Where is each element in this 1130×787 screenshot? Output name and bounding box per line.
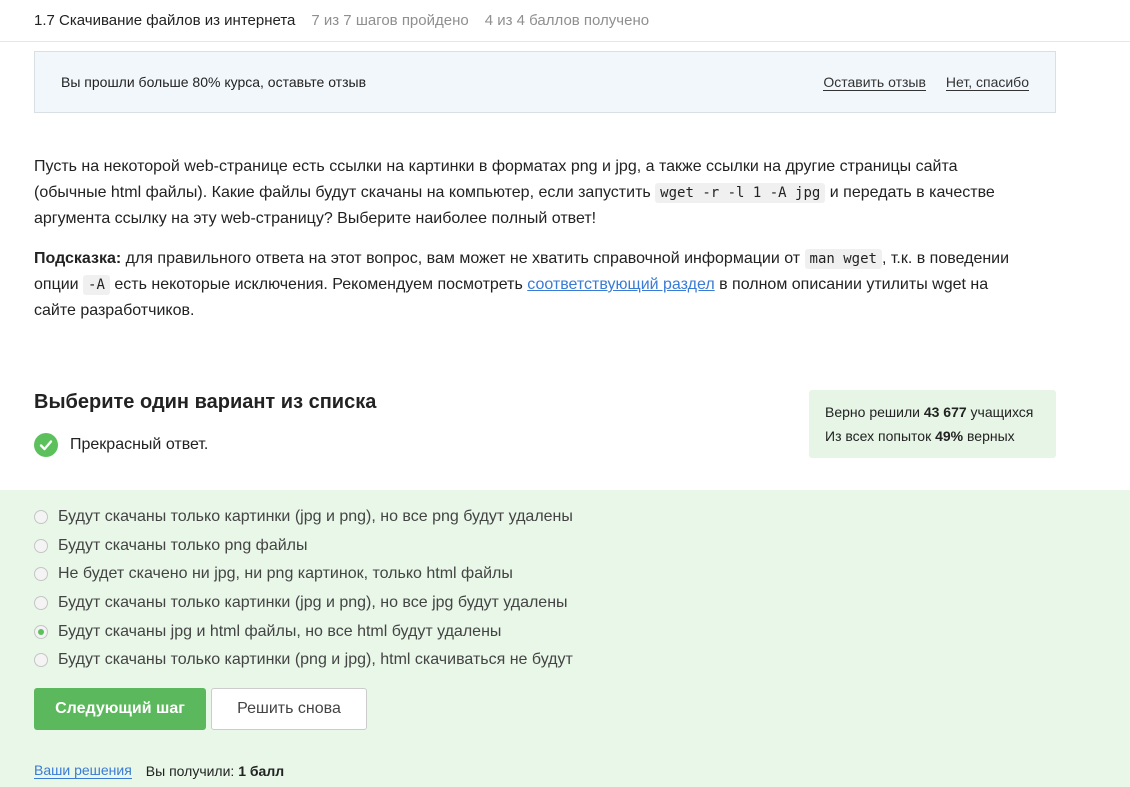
option-item[interactable]: Будут скачаны только png файлы — [34, 532, 573, 561]
option-item[interactable]: Будут скачаны только картинки (png и jpg… — [34, 646, 573, 675]
radio-button[interactable] — [34, 596, 48, 611]
no-thanks-link[interactable]: Нет, спасибо — [945, 74, 1029, 91]
radio-button[interactable] — [34, 538, 48, 553]
option-label: Будут скачаны только картинки (png и jpg… — [58, 651, 573, 669]
answer-area: Будут скачаны только картинки (jpg и png… — [0, 490, 1130, 787]
question-text: Пусть на некоторой web-странице есть ссы… — [34, 154, 1034, 338]
docs-section-link[interactable]: соответствующий раздел — [527, 276, 714, 293]
lesson-title[interactable]: 1.7 Скачивание файлов из интернета — [34, 12, 295, 29]
review-message: Вы прошли больше 80% курса, оставьте отз… — [61, 74, 367, 90]
lesson-header: 1.7 Скачивание файлов из интернета 7 из … — [0, 0, 1130, 42]
result-footer: Ваши решения Вы получили: 1 балл — [34, 762, 284, 779]
solve-stats: Верно решили 43 677 учащихся Из всех поп… — [809, 390, 1056, 458]
code-snippet: wget -r -l 1 -A jpg — [655, 183, 826, 203]
hint-paragraph: Подсказка: для правильного ответа на это… — [34, 249, 1010, 319]
retry-button[interactable]: Решить снова — [211, 688, 367, 730]
option-label: Будут скачаны только картинки (jpg и png… — [58, 508, 573, 526]
answer-feedback: Прекрасный ответ. — [34, 433, 208, 457]
option-label: Будут скачаны jpg и html файлы, но все h… — [58, 622, 502, 640]
score-progress: 4 из 4 баллов получено — [484, 12, 650, 29]
result-text: Вы получили: 1 балл — [145, 762, 285, 779]
radio-button[interactable] — [34, 653, 48, 668]
option-label: Будут скачаны только картинки (jpg и png… — [58, 594, 568, 612]
quiz-title: Выберите один вариант из списка — [34, 391, 377, 413]
feedback-text: Прекрасный ответ. — [70, 436, 209, 453]
quiz-actions: Следующий шаг Решить снова — [34, 688, 367, 730]
radio-button[interactable] — [34, 567, 48, 582]
review-banner: Вы прошли больше 80% курса, оставьте отз… — [34, 51, 1056, 113]
option-item[interactable]: Будут скачаны jpg и html файлы, но все h… — [34, 617, 573, 646]
next-step-button[interactable]: Следующий шаг — [34, 688, 206, 730]
solved-count-line: Верно решили 43 677 учащихся — [825, 404, 1034, 420]
option-item[interactable]: Не будет скачено ни jpg, ни png картинок… — [34, 560, 573, 589]
option-label: Будут скачаны только png файлы — [58, 536, 308, 554]
steps-progress: 7 из 7 шагов пройдено — [311, 12, 469, 29]
radio-button[interactable] — [34, 510, 48, 525]
question-paragraph: Пусть на некоторой web-странице есть ссы… — [34, 158, 995, 227]
option-item[interactable]: Будут скачаны только картинки (jpg и png… — [34, 503, 573, 532]
option-label: Не будет скачено ни jpg, ни png картинок… — [58, 565, 513, 583]
checkmark-icon — [34, 433, 58, 457]
code-snippet: man wget — [804, 249, 882, 269]
your-solutions-link[interactable]: Ваши решения — [34, 762, 132, 779]
hint-label: Подсказка: — [34, 250, 122, 267]
code-snippet: -A — [83, 275, 110, 295]
options-list: Будут скачаны только картинки (jpg и png… — [34, 503, 573, 675]
option-item[interactable]: Будут скачаны только картинки (jpg и png… — [34, 589, 573, 618]
radio-button[interactable] — [34, 624, 48, 639]
leave-review-link[interactable]: Оставить отзыв — [823, 74, 926, 91]
attempts-line: Из всех попыток 49% верных — [825, 428, 1015, 444]
